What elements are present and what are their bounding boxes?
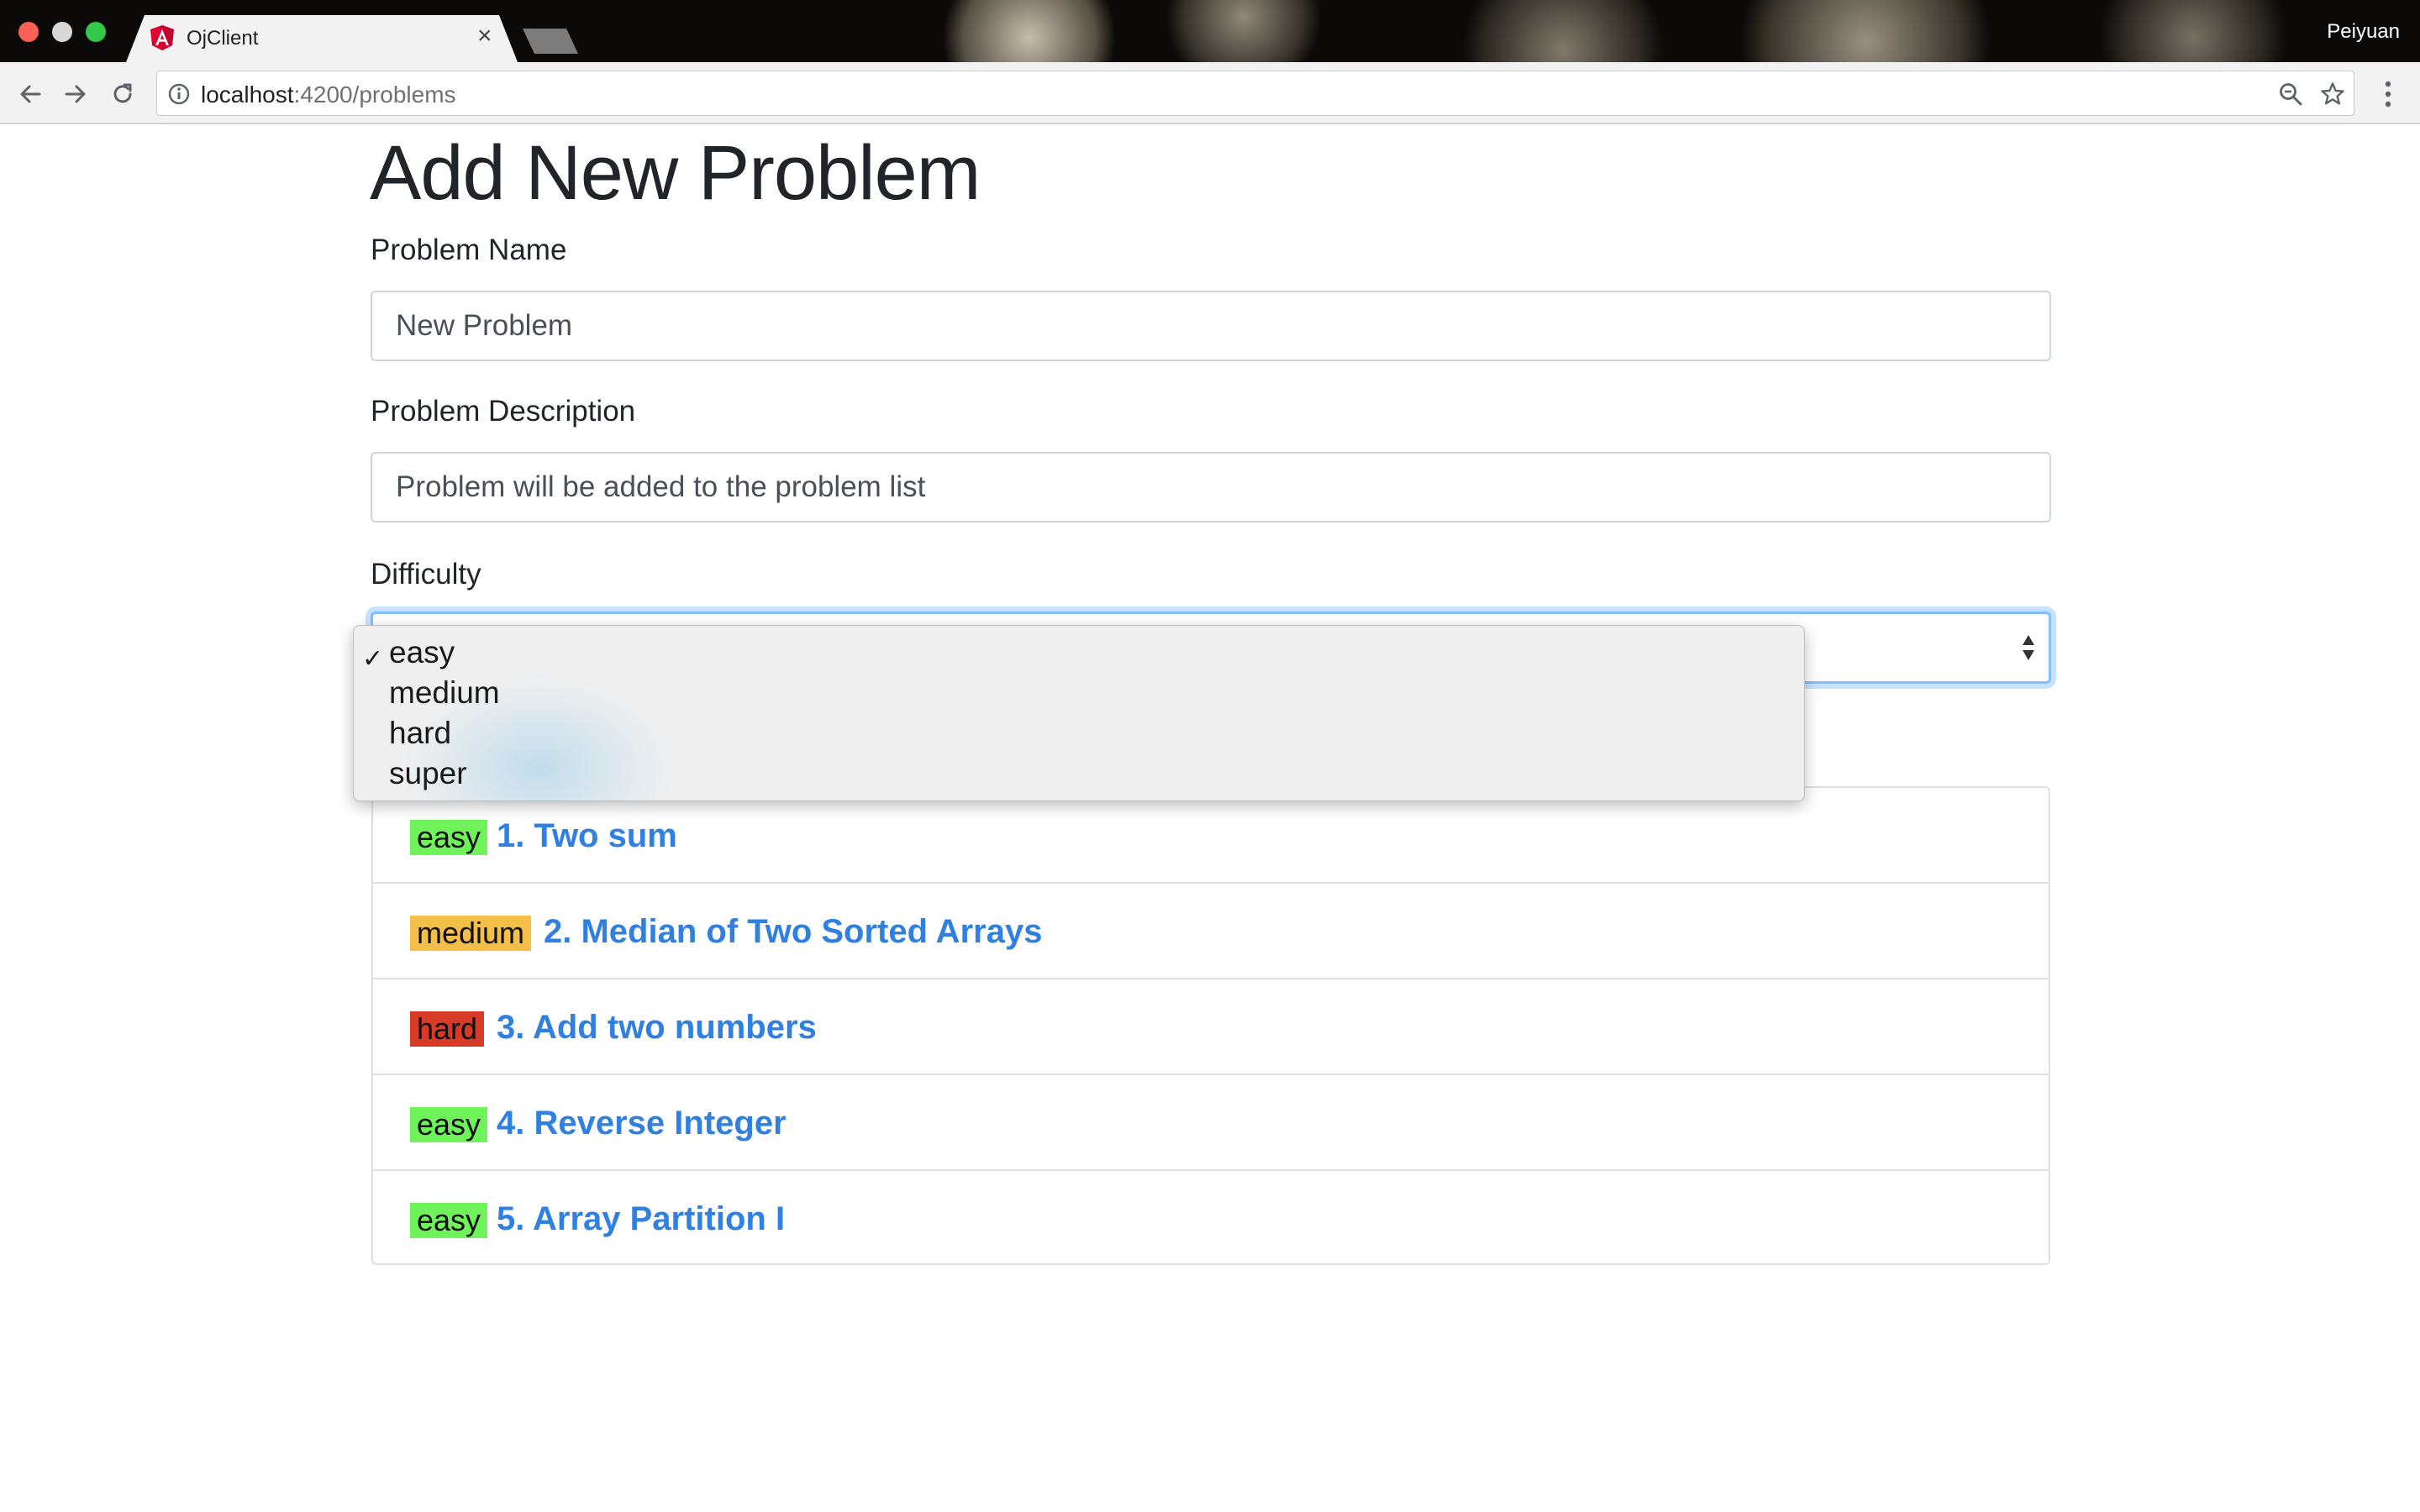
- difficulty-badge: easy: [410, 1107, 488, 1142]
- browser-toolbar: localhost:4200/problems: [0, 62, 2420, 124]
- browser-tab-bar: OjClient × Peiyuan: [0, 0, 2420, 62]
- wallpaper-bokeh: [1445, 0, 1681, 62]
- reload-icon[interactable]: [109, 81, 136, 108]
- problem-description-input[interactable]: [371, 452, 2051, 522]
- zoom-magnifier-icon[interactable]: [2278, 81, 2303, 107]
- difficulty-badge: easy: [410, 1203, 488, 1238]
- problem-link[interactable]: 4. Reverse Integer: [497, 1102, 786, 1144]
- wallpaper-bokeh: [1714, 0, 2017, 62]
- wallpaper-bokeh: [933, 0, 1126, 62]
- problem-list-item[interactable]: easy 5. Array Partition I: [373, 1171, 2049, 1267]
- forward-arrow-icon[interactable]: [62, 81, 89, 108]
- difficulty-badge: hard: [410, 1011, 485, 1047]
- difficulty-option-hard[interactable]: hard: [389, 713, 451, 753]
- problem-name-label: Problem Name: [371, 234, 567, 266]
- selected-check-icon: ✓: [362, 645, 384, 673]
- problem-list: easy 1. Two sum medium 2. Median of Two …: [371, 786, 2050, 1265]
- select-arrows-icon: [2023, 635, 2034, 660]
- difficulty-badge: medium: [410, 916, 532, 951]
- browser-menu-icon[interactable]: [2380, 77, 2396, 111]
- wallpaper-bokeh: [1160, 0, 1328, 62]
- info-icon[interactable]: [167, 82, 191, 106]
- problem-link[interactable]: 3. Add two numbers: [497, 1006, 817, 1048]
- difficulty-label: Difficulty: [371, 558, 481, 591]
- address-bar[interactable]: localhost:4200/problems: [156, 71, 2354, 116]
- difficulty-badge: easy: [410, 820, 488, 855]
- wallpaper-bokeh: [2084, 0, 2302, 62]
- tab-close-icon[interactable]: ×: [477, 24, 492, 49]
- url-text: localhost:4200/problems: [201, 81, 456, 108]
- window-maximize-button[interactable]: [86, 22, 106, 42]
- problem-list-item[interactable]: easy 4. Reverse Integer: [373, 1075, 2049, 1171]
- window-close-button[interactable]: [18, 22, 39, 42]
- difficulty-option-medium[interactable]: medium: [389, 673, 500, 713]
- url-path: :4200/problems: [293, 81, 456, 108]
- problem-link[interactable]: 2. Median of Two Sorted Arrays: [544, 911, 1042, 953]
- browser-tab-active[interactable]: OjClient ×: [126, 15, 518, 62]
- page-title: Add New Problem: [370, 130, 981, 216]
- url-host: localhost: [201, 81, 294, 108]
- problem-list-item[interactable]: easy 1. Two sum: [373, 788, 2049, 884]
- bookmark-star-icon[interactable]: [2320, 81, 2345, 107]
- problem-description-label: Problem Description: [371, 395, 636, 428]
- angular-icon: [150, 25, 174, 50]
- new-tab-button[interactable]: [523, 29, 578, 54]
- problem-name-input[interactable]: [371, 291, 2051, 361]
- difficulty-dropdown-menu: ✓ easy medium hard super: [353, 625, 1805, 801]
- problem-list-item[interactable]: hard 3. Add two numbers: [373, 979, 2049, 1075]
- difficulty-option-easy[interactable]: easy: [389, 633, 455, 673]
- difficulty-option-super[interactable]: super: [389, 753, 467, 794]
- problem-list-item[interactable]: medium 2. Median of Two Sorted Arrays: [373, 884, 2049, 979]
- problem-link[interactable]: 1. Two sum: [497, 815, 677, 857]
- tab-title: OjClient: [187, 27, 259, 50]
- page-content: Add New Problem Problem Name Problem Des…: [0, 124, 2420, 1512]
- problem-link[interactable]: 5. Array Partition I: [497, 1198, 785, 1240]
- window-minimize-button[interactable]: [52, 22, 72, 42]
- back-arrow-icon[interactable]: [17, 81, 44, 108]
- profile-name[interactable]: Peiyuan: [2327, 20, 2400, 44]
